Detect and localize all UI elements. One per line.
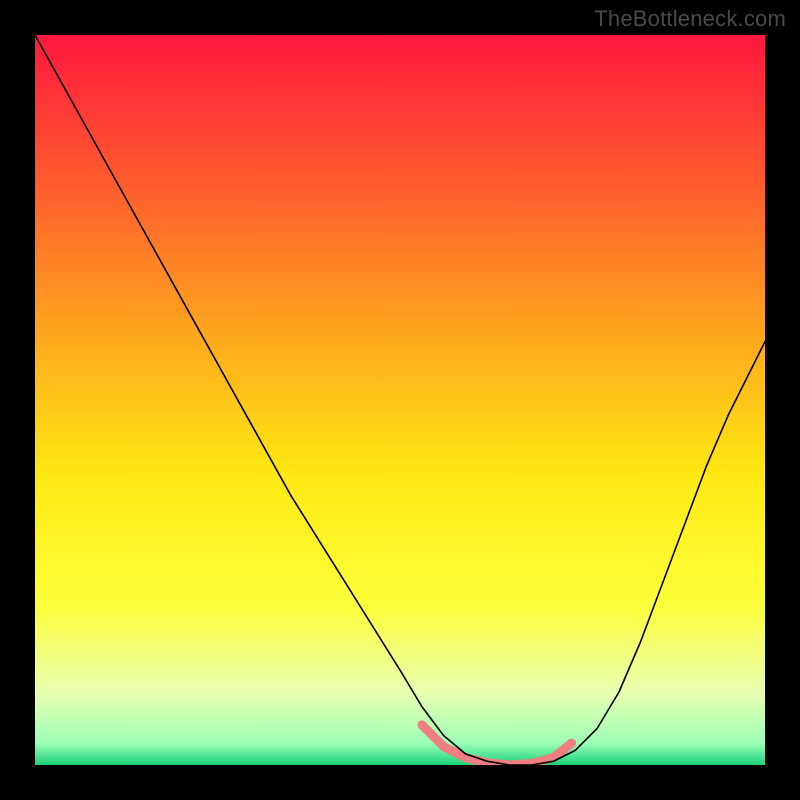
gradient-background <box>35 35 765 765</box>
plot-area <box>35 35 765 765</box>
bottleneck-chart <box>35 35 765 765</box>
chart-frame: TheBottleneck.com <box>0 0 800 800</box>
watermark-text: TheBottleneck.com <box>594 6 786 32</box>
